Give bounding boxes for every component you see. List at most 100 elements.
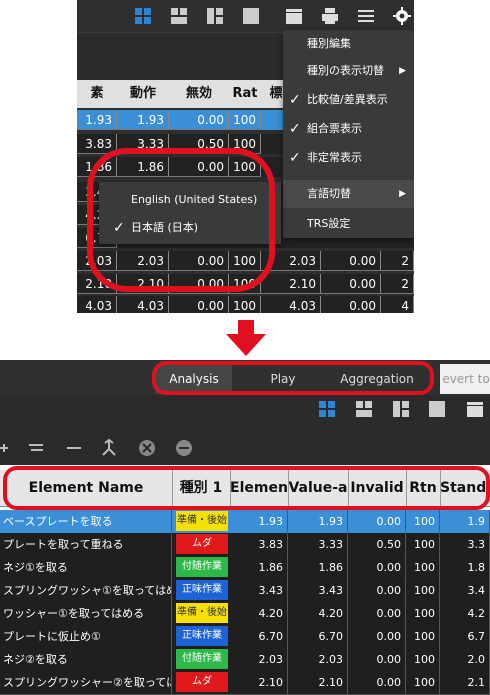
cell: 2 (381, 251, 414, 271)
type-badge: 正味作業 (176, 580, 228, 600)
value-cell: 100 (406, 579, 440, 602)
value-cell: 100 (406, 510, 440, 533)
table-row[interactable]: ワッシャー①を取ってはめる 準備・後始 4.20 4.20 0.00 100 4.2 (0, 602, 490, 626)
table-row[interactable]: スプリングワッシャ①を取ってはめる 正味作業 3.43 3.43 0.00 100 3.4 (0, 579, 490, 603)
arrow-down-icon (226, 320, 266, 356)
element-name-cell: ネジ①を取る (0, 556, 172, 579)
chevron-right-icon: ▶ (399, 66, 406, 76)
highlight-ring (3, 466, 490, 510)
value-cell: 1.93 (230, 510, 288, 533)
value-cell: 1.9 (440, 510, 490, 533)
menu-item-compare[interactable]: ✓ 比較値/差異表示 (283, 86, 414, 114)
layout-icon[interactable] (170, 7, 188, 25)
column-header[interactable]: Rat (229, 80, 262, 108)
tab-bar: Analysis Play Aggregation evert to (0, 360, 490, 395)
edit-toolbar (0, 425, 490, 465)
value-cell: 2.03 (288, 648, 348, 671)
value-cell: 100 (406, 556, 440, 579)
table-row[interactable]: ネジ①を取る 付随作業 1.86 1.86 0.00 100 1.8 (0, 556, 490, 580)
type-badge: 正味作業 (176, 626, 228, 646)
check-icon: ✓ (289, 150, 301, 166)
value-cell: 2.10 (230, 671, 288, 694)
menu-item-label: TRS設定 (307, 217, 351, 230)
context-menu: 種別編集 種別の表示切替 ▶ ✓ 比較値/差異表示 ✓ 組合票表示 ✓ 非定常表示 言語… (283, 30, 414, 238)
type-badge: 付随作業 (176, 649, 228, 669)
cell: 0.00 (169, 110, 229, 130)
print-icon[interactable] (321, 7, 339, 25)
table-row[interactable]: プレートを取って重ねる ムダ 3.83 3.33 0.50 100 3.3 (0, 533, 490, 557)
menu-item-type-edit[interactable]: 種別編集 (283, 30, 414, 58)
split-icon[interactable] (100, 439, 118, 457)
revert-button[interactable]: evert to (440, 364, 490, 394)
gear-icon[interactable] (393, 7, 411, 25)
type-badge: 付随作業 (176, 557, 228, 577)
cell: 0.00 (321, 251, 381, 271)
cell: 4.03 (77, 296, 117, 313)
menu-item-combination[interactable]: ✓ 組合票表示 (283, 115, 414, 143)
table-row[interactable]: プレートに仮止め① 正味作業 6.70 6.70 0.00 100 6.7 (0, 625, 490, 649)
value-cell: 2.10 (288, 671, 348, 694)
layout-icon[interactable] (355, 400, 373, 418)
value-cell: 6.7 (440, 625, 490, 648)
cell: 100 (229, 296, 261, 313)
value-cell: 3.33 (288, 533, 348, 556)
menu-icon[interactable] (357, 7, 375, 25)
menu-item-type-display[interactable]: 種別の表示切替 ▶ (283, 57, 414, 85)
value-cell: 2.1 (440, 671, 490, 694)
table-row[interactable]: ベースプレートを取る 準備・後始 1.93 1.93 0.00 100 1.9 (0, 510, 490, 534)
value-cell: 1.8 (440, 556, 490, 579)
table-row[interactable]: ネジ②を取る 付随作業 2.03 2.03 0.00 100 2.0 (0, 648, 490, 672)
lines-icon[interactable] (28, 439, 46, 457)
minus-circle-icon[interactable] (175, 439, 193, 457)
value-cell: 2.03 (230, 648, 288, 671)
clapper-icon[interactable] (466, 400, 484, 418)
column-header[interactable]: 動作 (117, 80, 170, 108)
check-icon: ✓ (289, 92, 301, 108)
check-icon: ✓ (289, 121, 301, 137)
value-cell: 100 (406, 625, 440, 648)
value-cell: 100 (406, 648, 440, 671)
column-header[interactable]: 素 (77, 80, 118, 108)
table-row[interactable]: スプリングワッシャー②を取ってはめるムダ2.102.100.001002.1 (0, 671, 490, 695)
menu-item-nonsteady[interactable]: ✓ 非定常表示 (283, 144, 414, 172)
value-cell: 3.43 (230, 579, 288, 602)
element-name-cell: プレートを取って重ねる (0, 533, 172, 556)
grid-view-icon[interactable] (134, 7, 152, 25)
clapper-icon[interactable] (285, 7, 303, 25)
menu-item-label: 種別編集 (307, 37, 351, 50)
single-view-icon[interactable] (242, 7, 260, 25)
top-toolbar (77, 0, 414, 32)
value-cell: 1.86 (288, 556, 348, 579)
value-cell: 3.3 (440, 533, 490, 556)
close-circle-icon[interactable] (138, 439, 156, 457)
single-view-icon[interactable] (428, 400, 446, 418)
value-cell: 0.00 (348, 648, 406, 671)
value-cell: 0.00 (348, 579, 406, 602)
menu-item-label: 比較値/差異表示 (307, 93, 388, 106)
menu-item-label: 言語切替 (307, 187, 351, 200)
add-icon[interactable] (0, 439, 18, 457)
value-cell: 1.86 (230, 556, 288, 579)
menu-item-language[interactable]: 言語切替 ▶ (283, 180, 414, 208)
value-cell: 0.50 (348, 533, 406, 556)
view-toolbar (0, 395, 490, 425)
value-cell: 3.43 (288, 579, 348, 602)
value-cell: 0.00 (348, 602, 406, 625)
value-cell: 100 (406, 602, 440, 625)
type-badge: 準備・後始 (176, 603, 228, 623)
menu-item-trs[interactable]: TRS設定 (283, 210, 414, 238)
layout-split-icon[interactable] (206, 7, 224, 25)
element-name-cell: スプリングワッシャ①を取ってはめる (0, 579, 172, 602)
cell: 1.93 (117, 110, 169, 130)
highlight-ring (87, 148, 275, 292)
grid-view-icon[interactable] (318, 400, 336, 418)
value-cell: 6.70 (288, 625, 348, 648)
element-name-cell: ベースプレートを取る (0, 510, 172, 533)
remove-icon[interactable] (65, 439, 83, 457)
column-header[interactable]: 無効 (169, 80, 230, 108)
value-cell: 100 (406, 671, 440, 694)
value-cell: 0.00 (348, 510, 406, 533)
layout-split-icon[interactable] (392, 400, 410, 418)
cell: 2 (381, 274, 414, 294)
table-row[interactable]: 4.03 4.03 0.00 100 4.03 0.00 4 (77, 296, 414, 313)
